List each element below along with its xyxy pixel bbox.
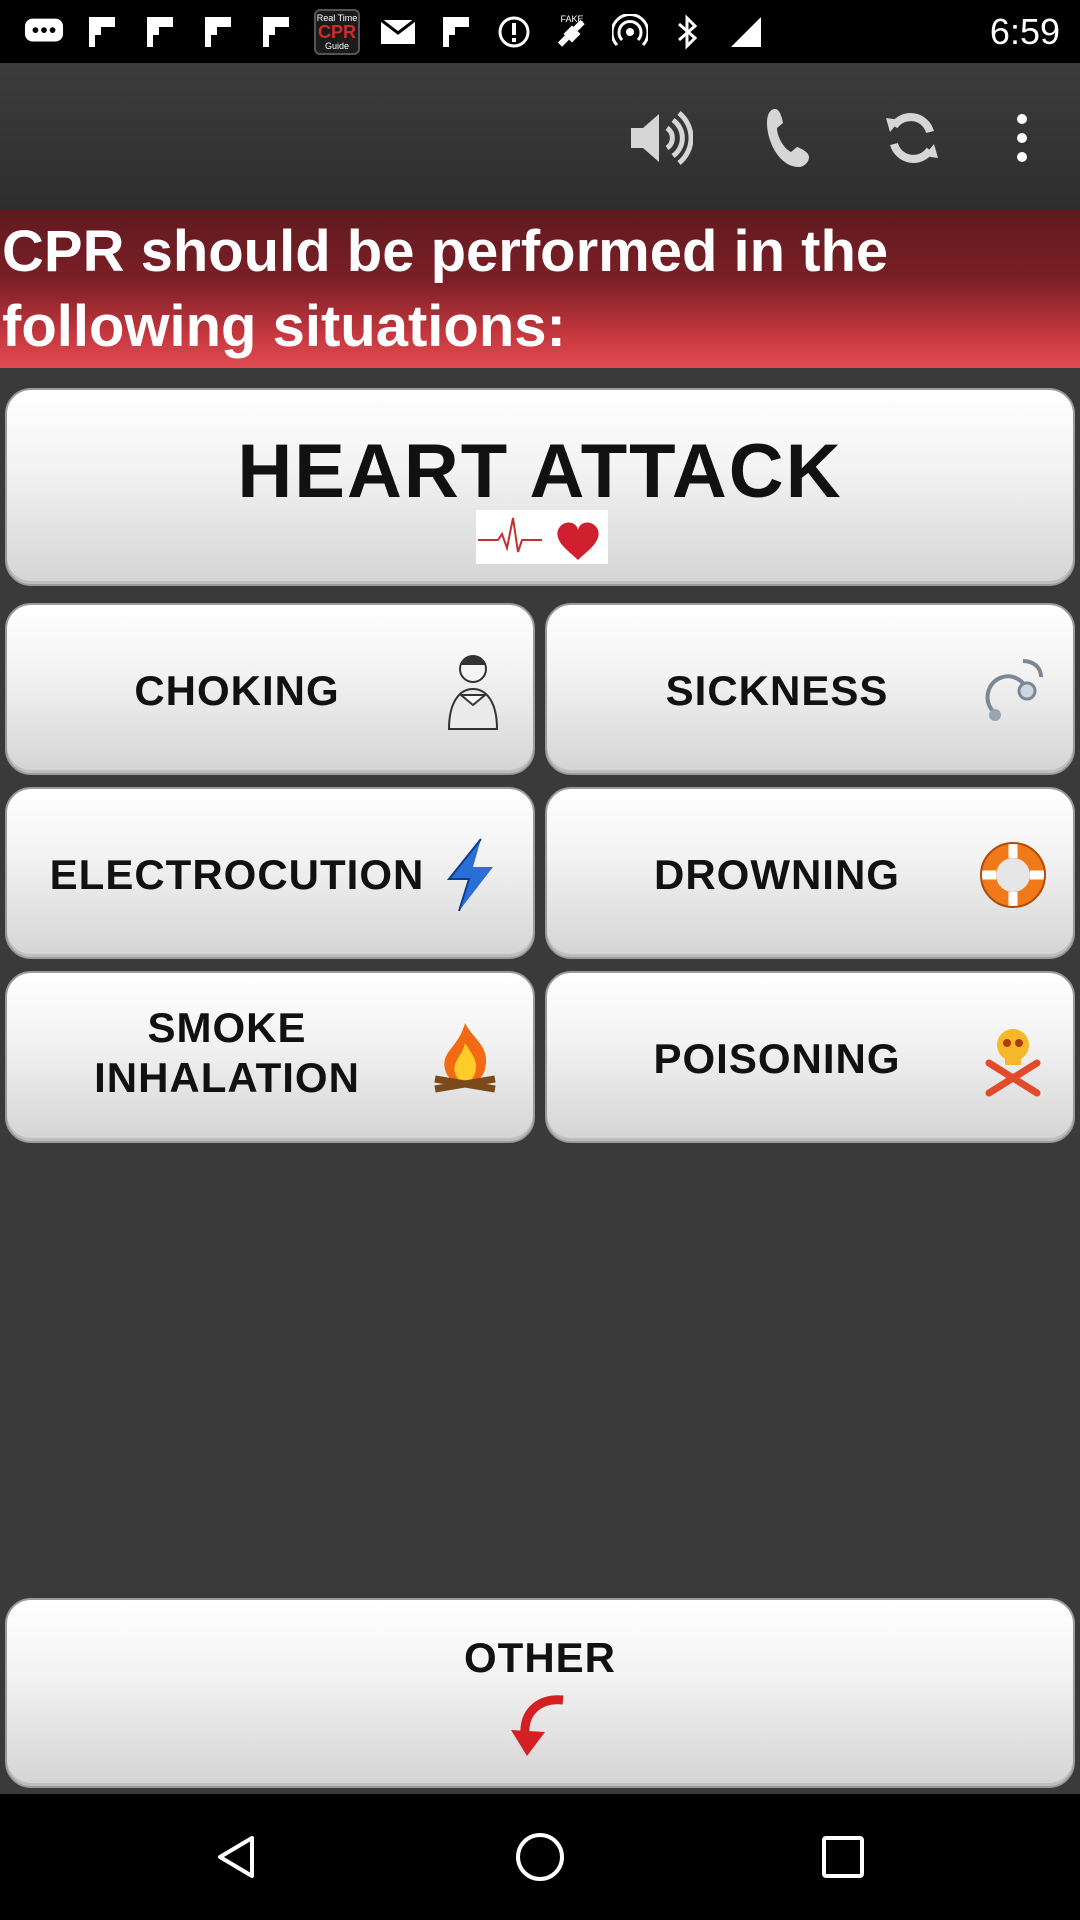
skull-crossbones-icon [985, 1029, 1041, 1097]
clock: 6:59 [989, 11, 1060, 52]
smoke-inhalation-label: SMOKE INHALATION [94, 1004, 360, 1101]
choking-label: CHOKING [134, 667, 340, 714]
fake-gps-icon: FAKE [552, 12, 592, 52]
heart-attack-label: HEART ATTACK [237, 429, 843, 514]
refresh-icon [886, 113, 938, 163]
situations-banner: CPR should be performed in the following… [0, 210, 1080, 368]
phone-icon [767, 109, 809, 167]
chat-icon [24, 12, 64, 52]
flipboard-icon [256, 12, 296, 52]
choking-person-icon [447, 655, 499, 730]
navigation-bar [0, 1794, 1080, 1920]
flipboard-icon [198, 12, 238, 52]
back-button[interactable] [202, 1822, 272, 1892]
stethoscope-icon [985, 659, 1043, 721]
campfire-icon [434, 1023, 496, 1093]
home-icon [516, 1833, 564, 1881]
more-options-button[interactable] [982, 98, 1062, 178]
home-button[interactable] [505, 1822, 575, 1892]
choking-button[interactable]: CHOKING [5, 603, 535, 775]
recent-apps-button[interactable] [808, 1822, 878, 1892]
back-icon [218, 1836, 254, 1878]
refresh-button[interactable] [872, 98, 952, 178]
electrocution-button[interactable]: ELECTROCUTION [5, 787, 535, 959]
cpr-app-icon: Real Time CPR Guide [314, 9, 360, 55]
status-bar: Real Time CPR Guide FAKE 6:59 [0, 0, 1080, 63]
other-label: OTHER [464, 1634, 616, 1681]
flipboard-icon [140, 12, 180, 52]
flipboard-icon [436, 12, 476, 52]
app-icon-bottom-text: Guide [324, 41, 350, 51]
heartbeat-icon [476, 510, 608, 564]
electrocution-label: ELECTROCUTION [49, 851, 425, 898]
drowning-label: DROWNING [654, 851, 900, 898]
call-button[interactable] [748, 98, 828, 178]
lightning-icon [446, 838, 493, 912]
heart-attack-button[interactable]: HEART ATTACK [5, 388, 1075, 586]
other-button[interactable]: OTHER [5, 1598, 1075, 1788]
poisoning-label: POISONING [653, 1035, 901, 1082]
speaker-icon [631, 111, 693, 165]
alert-icon [494, 12, 534, 52]
flipboard-icon [82, 12, 122, 52]
more-icon [1017, 114, 1027, 162]
smoke-inhalation-button[interactable]: SMOKE INHALATION [5, 971, 535, 1143]
app-icon-main-text: CPR [317, 22, 356, 42]
mail-icon [378, 12, 418, 52]
signal-icon [726, 12, 766, 52]
bluetooth-icon [668, 12, 708, 52]
sickness-label: SICKNESS [665, 667, 889, 714]
sickness-button[interactable]: SICKNESS [545, 603, 1075, 775]
drowning-button[interactable]: DROWNING [545, 787, 1075, 959]
app-toolbar [0, 63, 1080, 210]
notification-icons: Real Time CPR Guide FAKE [24, 9, 766, 55]
curved-arrow-icon [511, 1695, 564, 1756]
recent-apps-icon [822, 1836, 864, 1878]
speaker-button[interactable] [620, 98, 700, 178]
life-ring-icon [980, 842, 1046, 908]
poisoning-button[interactable]: POISONING [545, 971, 1075, 1143]
hotspot-icon [610, 12, 650, 52]
